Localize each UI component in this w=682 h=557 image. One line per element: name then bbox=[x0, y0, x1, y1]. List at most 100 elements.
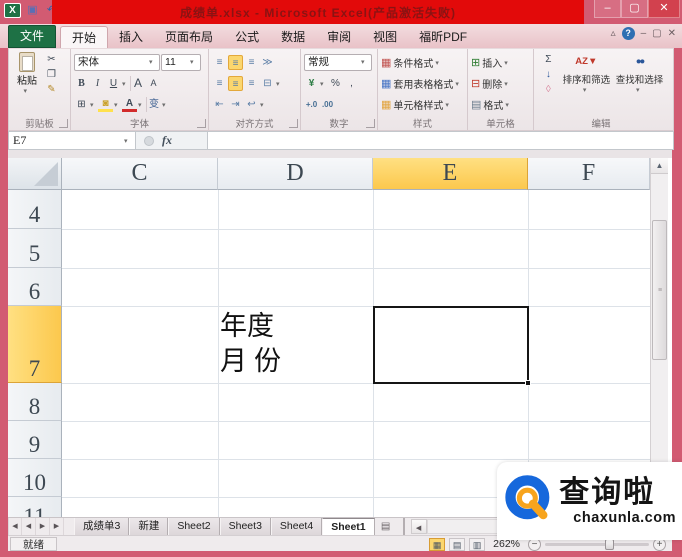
delete-cells-button[interactable]: ⊟ 删除 ▾ bbox=[471, 73, 531, 94]
row-header-7[interactable]: 7 bbox=[8, 306, 62, 383]
copy-icon[interactable]: ❐ bbox=[44, 67, 59, 82]
phonetic-guide-icon[interactable]: 变 bbox=[146, 97, 161, 112]
paste-button[interactable]: 粘贴 ▾ bbox=[12, 52, 42, 97]
sheet-tab-chengjidan3[interactable]: 成绩单3 bbox=[74, 518, 130, 535]
row-header-9[interactable]: 9 bbox=[8, 421, 62, 459]
clear-eraser-icon[interactable]: ◊ bbox=[537, 82, 560, 97]
bold-button[interactable]: B bbox=[74, 76, 89, 91]
align-center-icon[interactable]: ≡ bbox=[228, 76, 243, 91]
save-icon[interactable]: ▣ bbox=[25, 3, 40, 18]
decrease-indent-icon[interactable]: ⇤ bbox=[212, 97, 227, 112]
sort-filter-button[interactable]: AZ▼ 排序和筛选 ▾ bbox=[560, 52, 613, 97]
tab-home[interactable]: 开始 bbox=[60, 26, 109, 48]
column-header-d[interactable]: D bbox=[218, 158, 373, 190]
increase-indent-icon[interactable]: ⇥ bbox=[228, 97, 243, 112]
alignment-dialog-launcher[interactable] bbox=[289, 119, 298, 128]
format-cells-button[interactable]: ▤ 格式 ▾ bbox=[471, 94, 531, 115]
align-left-icon[interactable]: ≡ bbox=[212, 76, 227, 91]
borders-icon[interactable]: ⊞ bbox=[74, 97, 89, 112]
font-name-combo[interactable]: 宋体 ▾ bbox=[74, 54, 160, 71]
sheet-tab-sheet2[interactable]: Sheet2 bbox=[168, 518, 220, 535]
select-all-corner[interactable] bbox=[8, 158, 62, 190]
sheet-tab-sheet1[interactable]: Sheet1 bbox=[322, 518, 375, 535]
last-sheet-icon[interactable]: ▶ bbox=[50, 518, 64, 535]
prev-sheet-icon[interactable]: ◀ bbox=[22, 518, 36, 535]
italic-button[interactable]: I bbox=[90, 76, 105, 91]
decrease-decimal-icon[interactable]: .00 bbox=[320, 97, 335, 112]
insert-function-button[interactable]: fx bbox=[162, 133, 172, 148]
currency-format-icon[interactable]: ¥ bbox=[304, 76, 319, 91]
insert-cells-button[interactable]: ⊞ 插入 ▾ bbox=[471, 52, 531, 73]
font-color-icon[interactable]: A bbox=[122, 98, 137, 112]
find-select-button[interactable]: ●● 查找和选择 ▾ bbox=[613, 52, 666, 97]
sheet-tab-sheet4[interactable]: Sheet4 bbox=[270, 518, 323, 535]
underline-dropdown-icon[interactable]: ▾ bbox=[122, 80, 129, 88]
row-header-11[interactable]: 11 bbox=[8, 497, 62, 517]
tab-data[interactable]: 数据 bbox=[270, 26, 316, 48]
scroll-up-icon[interactable]: ▲ bbox=[651, 158, 668, 174]
cell-d7[interactable]: 年度 月份 bbox=[220, 306, 370, 379]
row-header-4[interactable]: 4 bbox=[8, 190, 62, 229]
tab-file[interactable]: 文件 bbox=[8, 25, 57, 48]
help-icon[interactable]: ? bbox=[621, 27, 635, 40]
column-header-c[interactable]: C bbox=[62, 158, 218, 190]
name-box-dropdown-icon[interactable]: ▾ bbox=[124, 137, 131, 145]
minimize-ribbon-icon[interactable]: ▵ bbox=[611, 28, 616, 39]
first-sheet-icon[interactable]: ◀ bbox=[8, 518, 22, 535]
tab-formulas[interactable]: 公式 bbox=[224, 26, 270, 48]
excel-app-icon[interactable]: X bbox=[4, 3, 21, 18]
tab-page-layout[interactable]: 页面布局 bbox=[154, 26, 224, 48]
align-bottom-icon[interactable]: ≡ bbox=[244, 55, 259, 70]
grow-font-button[interactable]: A bbox=[130, 76, 145, 91]
doc-close-icon[interactable]: ✕ bbox=[668, 28, 676, 39]
sheet-tab-sheet3[interactable]: Sheet3 bbox=[219, 518, 271, 535]
number-format-combo[interactable]: 常规 ▾ bbox=[304, 54, 372, 71]
tab-view[interactable]: 视图 bbox=[362, 26, 408, 48]
formula-input[interactable] bbox=[208, 132, 673, 149]
column-header-e[interactable]: E bbox=[373, 158, 528, 190]
cell-styles-button[interactable]: ▦ 单元格样式 ▾ bbox=[381, 94, 465, 115]
hscroll-left-icon[interactable]: ◀ bbox=[410, 519, 427, 534]
font-size-combo[interactable]: 11 ▾ bbox=[161, 54, 201, 71]
tab-review[interactable]: 审阅 bbox=[316, 26, 362, 48]
row-header-10[interactable]: 10 bbox=[8, 459, 62, 497]
vertical-scrollbar-thumb[interactable]: ≡ bbox=[652, 220, 667, 360]
format-as-table-button[interactable]: ▦ 套用表格格式 ▾ bbox=[381, 73, 465, 94]
paste-dropdown-icon[interactable]: ▾ bbox=[24, 87, 31, 95]
minimize-button[interactable]: – bbox=[594, 0, 621, 18]
underline-button[interactable]: U bbox=[106, 76, 121, 91]
column-header-f[interactable]: F bbox=[528, 158, 650, 190]
merge-center-icon[interactable]: ⊟ bbox=[260, 76, 275, 91]
view-page-break-icon[interactable]: ▥ bbox=[469, 537, 486, 551]
align-middle-icon[interactable]: ≡ bbox=[228, 55, 243, 70]
zoom-slider-knob[interactable] bbox=[605, 538, 615, 550]
doc-restore-icon[interactable]: ▢ bbox=[652, 28, 661, 39]
autosum-icon[interactable]: Σ bbox=[537, 52, 560, 67]
wrap-text-icon[interactable]: ↩ bbox=[244, 97, 259, 112]
name-box[interactable]: E7 ▾ bbox=[9, 132, 136, 149]
fill-down-icon[interactable]: ↓ bbox=[537, 67, 560, 82]
cut-icon[interactable]: ✂ bbox=[44, 52, 59, 67]
row-header-5[interactable]: 5 bbox=[8, 229, 62, 268]
insert-worksheet-icon[interactable]: ▤ bbox=[375, 518, 397, 535]
percent-format-icon[interactable]: % bbox=[328, 76, 343, 91]
align-top-icon[interactable]: ≡ bbox=[212, 55, 227, 70]
font-dialog-launcher[interactable] bbox=[197, 119, 206, 128]
maximize-button[interactable]: ▢ bbox=[621, 0, 648, 18]
zoom-slider[interactable] bbox=[545, 538, 649, 550]
format-painter-icon[interactable]: ✎ bbox=[44, 82, 59, 97]
number-dialog-launcher[interactable] bbox=[366, 119, 375, 128]
row-header-6[interactable]: 6 bbox=[8, 268, 62, 306]
doc-minimize-icon[interactable]: – bbox=[641, 28, 647, 39]
comma-format-icon[interactable]: , bbox=[344, 76, 359, 91]
tab-scroll-splitter[interactable] bbox=[402, 518, 411, 535]
view-normal-icon[interactable]: ▦ bbox=[429, 537, 446, 551]
view-page-layout-icon[interactable]: ▤ bbox=[449, 537, 466, 551]
tab-foxit-pdf[interactable]: 福昕PDF bbox=[408, 26, 478, 48]
sheet-tab-xinjian[interactable]: 新建 bbox=[129, 518, 169, 535]
shrink-font-button[interactable]: A bbox=[146, 76, 161, 91]
align-right-icon[interactable]: ≡ bbox=[244, 76, 259, 91]
close-button[interactable]: ✕ bbox=[648, 0, 680, 18]
fill-handle[interactable] bbox=[525, 380, 531, 386]
tab-insert[interactable]: 插入 bbox=[108, 26, 154, 48]
